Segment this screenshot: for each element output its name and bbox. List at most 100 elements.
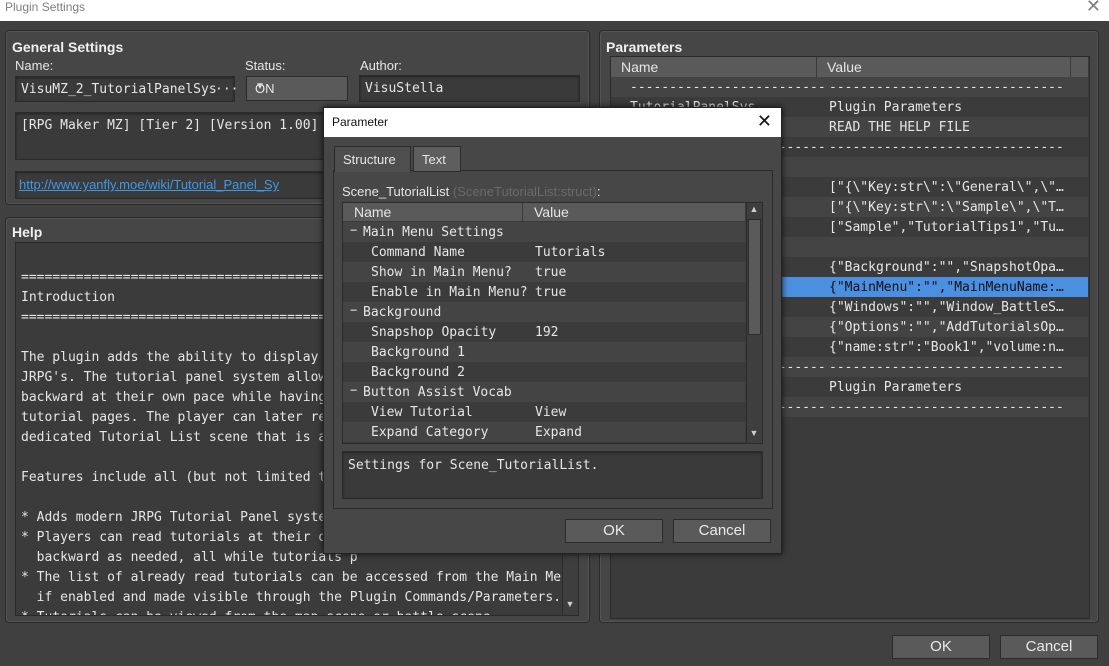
parameter-value: {"name:str":"Book1","volume:num"… [829,340,1069,355]
name-value: VisuMZ_2_TutorialPanelSys [21,82,217,97]
struct-type: (SceneTutorialList:struct) [452,184,597,199]
tree-item-row[interactable]: Snapshop Opacity 192 [343,322,745,342]
collapse-icon[interactable]: − [350,223,357,237]
dialog-ok-button[interactable]: OK [565,519,663,543]
author-field[interactable]: VisuStella [359,75,580,102]
help-line: The plugin adds the ability to display t… [21,350,358,365]
tree-item-row[interactable]: Background 2 [343,362,745,382]
close-icon[interactable]: ✕ [757,111,772,132]
parameter-row[interactable]: ----------------------------------------… [611,77,1088,97]
tree-name: Snapshop Opacity [371,325,497,340]
tree-name: Command Name [371,245,465,260]
tree-header-value[interactable]: Value [523,203,746,221]
tree-name: Show in Main Menu? [371,265,512,280]
dialog-cancel-button[interactable]: Cancel [673,519,771,543]
dialog-title: Parameter [332,115,389,129]
author-value: VisuStella [365,81,444,96]
tree-scrollbar[interactable]: ▲ ▼ [746,202,763,444]
name-field[interactable]: VisuMZ_2_TutorialPanelSys ··· [15,76,238,102]
help-line: * Players can read tutorials at their ow… [21,530,366,545]
window-title: Plugin Settings [5,0,86,14]
help-line: * The list of already read tutorials can… [21,570,564,585]
author-label: Author: [360,58,402,73]
dialog-description: Settings for Scene_TutorialList. [348,458,599,473]
tree-scroll-thumb[interactable] [748,219,761,335]
parameter-value: ------------------------------ [829,80,1064,95]
tree-item-row[interactable]: Command Name Tutorials [343,242,745,262]
tree-item-row[interactable]: Expand Category Expand [343,422,745,442]
status-select[interactable]: ON ▼ [246,76,348,101]
parameter-value: READ THE HELP FILE [829,120,970,135]
description-field[interactable]: [RPG Maker MZ] [Tier 2] [Version 1.00] [… [15,112,365,160]
ok-button[interactable]: OK [892,635,990,659]
parameter-value: {"Options":"","AddTutorialsOptio… [829,320,1069,335]
help-line: if enabled and made visible through the … [21,590,562,605]
parameters-header-value[interactable]: Value [817,57,1071,77]
close-icon[interactable]: ✕ [1086,0,1101,17]
general-settings-title: General Settings [12,39,124,55]
help-line: * Tutorials can be viewed from the map s… [21,610,498,615]
parameter-value: Plugin Parameters [829,100,963,115]
help-line: * Adds modern JRPG Tutorial Panel system… [21,510,342,525]
tree-item-row[interactable]: Enable in Main Menu? true [343,282,745,302]
name-browse-button[interactable]: ··· [215,82,238,97]
help-line: backward at their own pace while having … [21,390,358,405]
tab-text[interactable]: Text [413,146,461,172]
parameter-value: {"Background":"","SnapshotOpacit… [829,260,1069,275]
tree-item-row[interactable]: Background 1 [343,342,745,362]
tree-group-row[interactable]: − Button Assist Vocab [343,382,745,402]
tree-name: View Tutorial [371,405,473,420]
tree-item-row[interactable]: Show in Main Menu? true [343,262,745,282]
tree-name: Expand Category [371,425,489,440]
parameter-value: ------------------------------ [829,140,1064,155]
tree-value: View [535,405,567,420]
scroll-down-icon[interactable]: ▼ [563,599,577,609]
collapse-icon[interactable]: − [350,383,357,397]
struct-header: Scene_TutorialList (SceneTutorialList:st… [342,184,600,199]
tree-name: Enable in Main Menu? [371,285,528,300]
chevron-down-icon: ▼ [255,81,265,92]
parameters-header-filler [1071,57,1089,77]
parameter-value: {"MainMenu":"","MainMenuName:str… [829,280,1069,295]
parameter-name: ------------------------- [630,80,826,95]
struct-name: Scene_TutorialList [342,184,450,199]
tree-item-row[interactable]: View Tutorial View [343,402,745,422]
help-line: Introduction [21,290,115,305]
tab-structure[interactable]: Structure [334,146,411,172]
parameter-value: Plugin Parameters [829,380,963,395]
status-label: Status: [245,58,286,73]
struct-colon: : [596,184,601,199]
tree-name: Background [363,305,442,320]
parameters-title: Parameters [606,39,683,55]
tree-value: true [535,265,567,280]
help-line: JRPG's. The tutorial panel system allows… [21,370,358,385]
help-line: tutorial pages. The player can later rer… [21,410,358,425]
tree-group-row[interactable]: − Main Menu Settings [343,222,745,242]
parameters-header-name[interactable]: Name [611,57,817,77]
tree-value: Tutorials [535,245,606,260]
help-url-link[interactable]: http://www.yanfly.moe/wiki/Tutorial_Pane… [19,177,323,192]
help-line: Features include all (but not limited to… [21,470,366,485]
tree-name: Background 2 [371,365,465,380]
tree-header-name[interactable]: Name [343,203,523,221]
cancel-button[interactable]: Cancel [1000,635,1098,659]
scroll-down-icon[interactable]: ▼ [747,428,761,438]
tree-name: Main Menu Settings [363,225,504,240]
tree-group-row[interactable]: − Background [343,302,745,322]
scroll-up-icon[interactable]: ▲ [747,204,761,214]
parameter-value: ["Sample","TutorialTips1","Tutor… [829,220,1069,235]
tree-value: Expand [535,425,582,440]
parameter-value: ["{\"Key:str\":\"General\",\"Tit… [829,180,1069,195]
help-line: backward as needed, all while tutorials … [21,550,358,565]
help-line: dedicated Tutorial List scene that is ac… [21,430,358,445]
tree-value: true [535,285,567,300]
dialog-description-box: Settings for Scene_TutorialList. [342,451,763,499]
help-title: Help [12,224,43,240]
collapse-icon[interactable]: − [350,303,357,317]
parameter-value: ["{\"Key:str\":\"Sample\",\"Titl… [829,200,1069,215]
parameter-value: ------------------------------ [829,400,1064,415]
name-label: Name: [15,58,54,73]
parameter-value: ------------------------------ [829,360,1064,375]
dialog-titlebar: Parameter ✕ [324,108,781,137]
description-text: [RPG Maker MZ] [Tier 2] [Version 1.00] [… [21,118,366,133]
